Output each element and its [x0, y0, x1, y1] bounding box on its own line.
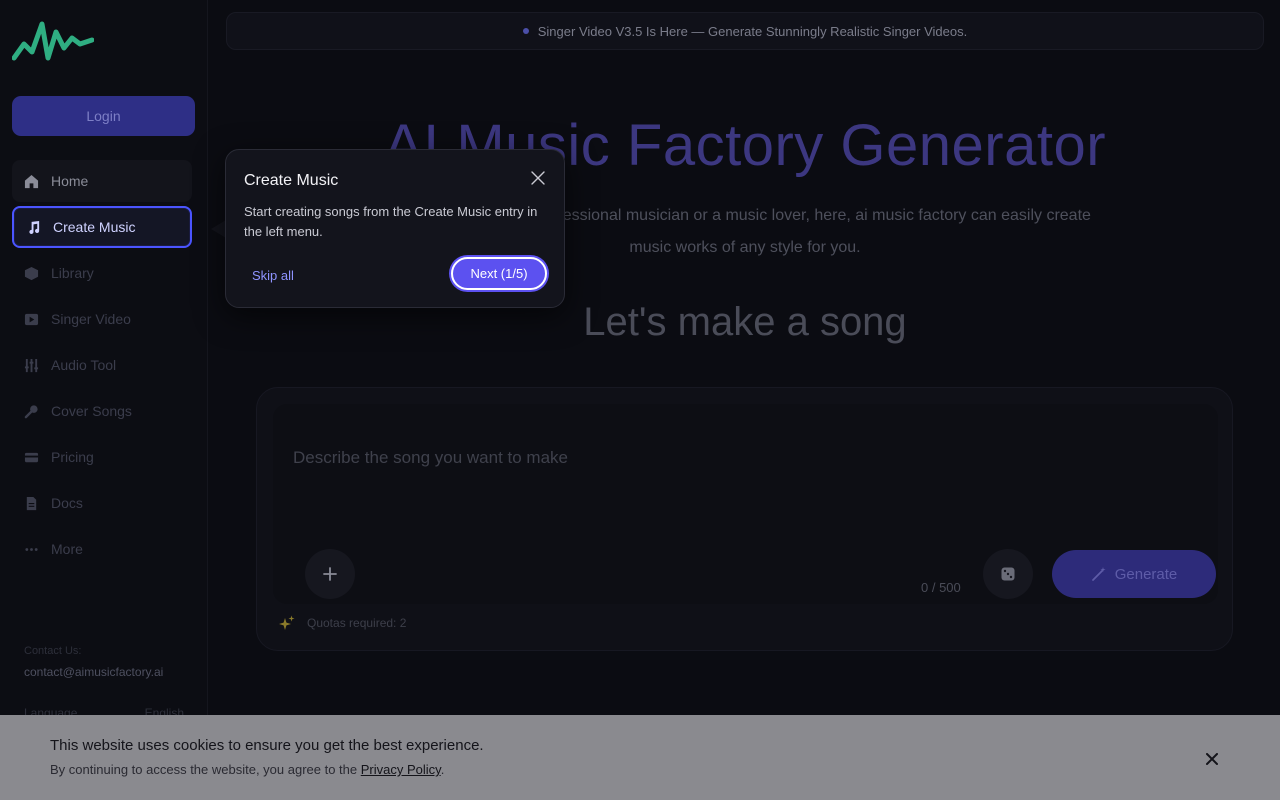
banner-dot-icon — [522, 28, 529, 34]
quota-text: Quotas required: 2 — [307, 616, 407, 630]
tour-skip-all-button[interactable]: Skip all — [244, 264, 302, 286]
cookie-text: By continuing to access the website, you… — [50, 762, 444, 777]
logo-icon[interactable] — [12, 18, 94, 66]
sidebar-nav: Home Create Music Library Singer Video A… — [12, 160, 192, 574]
cookie-banner: This website uses cookies to ensure you … — [0, 715, 1280, 800]
close-icon — [531, 171, 545, 185]
privacy-policy-link[interactable]: Privacy Policy — [361, 762, 441, 777]
tour-pointer-arrow — [211, 220, 226, 238]
sidebar-item-label: More — [51, 541, 83, 557]
sidebar-item-label: Home — [51, 173, 89, 189]
composer-input-area: 0 / 500 Generate — [273, 404, 1218, 604]
magic-wand-icon — [1091, 566, 1107, 582]
sidebar-item-home[interactable]: Home — [12, 160, 192, 202]
sidebar-item-singer-video[interactable]: Singer Video — [12, 298, 192, 340]
tour-next-button[interactable]: Next (1/5) — [451, 257, 547, 290]
sidebar-item-more[interactable]: More — [12, 528, 192, 570]
sidebar-item-create-music[interactable]: Create Music — [12, 206, 192, 248]
random-prompt-button[interactable] — [983, 549, 1033, 599]
sidebar-item-label: Cover Songs — [51, 403, 132, 419]
dice-icon — [1001, 567, 1015, 581]
music-note-icon — [26, 220, 41, 235]
cookie-text-suffix: . — [440, 762, 445, 777]
box-icon — [24, 266, 39, 281]
add-attachment-button[interactable] — [305, 549, 355, 599]
sidebar-item-docs[interactable]: Docs — [12, 482, 192, 524]
song-composer: 0 / 500 Generate Quotas required: 2 — [256, 387, 1233, 651]
contact-label: Contact Us: — [24, 645, 82, 657]
sidebar-item-label: Create Music — [53, 219, 136, 235]
microphone-icon — [24, 404, 39, 419]
character-counter: 0 / 500 — [921, 580, 961, 595]
document-icon — [24, 496, 39, 511]
onboarding-tour-popover: Create Music Start creating songs from t… — [225, 149, 565, 308]
song-description-input[interactable] — [293, 438, 1153, 478]
sidebar-item-audio-tool[interactable]: Audio Tool — [12, 344, 192, 386]
sidebar-item-label: Pricing — [51, 449, 94, 465]
sidebar-item-pricing[interactable]: Pricing — [12, 436, 192, 478]
sidebar: Login Home Create Music Library Singer V… — [0, 0, 208, 800]
contact-email-link[interactable]: contact@aimusicfactory.ai — [24, 665, 163, 679]
more-dots-icon — [24, 542, 39, 557]
generate-button[interactable]: Generate — [1052, 550, 1216, 598]
sidebar-item-label: Singer Video — [51, 311, 131, 327]
quota-info: Quotas required: 2 — [279, 615, 406, 631]
sidebar-item-label: Docs — [51, 495, 83, 511]
tour-close-button[interactable] — [528, 168, 548, 188]
sidebar-item-library[interactable]: Library — [12, 252, 192, 294]
announcement-banner[interactable]: Singer Video V3.5 Is Here — Generate Stu… — [226, 12, 1264, 50]
plus-icon — [323, 567, 337, 581]
cookie-close-button[interactable] — [1202, 749, 1222, 769]
sparkle-icon — [279, 615, 295, 631]
sidebar-item-cover-songs[interactable]: Cover Songs — [12, 390, 192, 432]
sliders-icon — [24, 358, 39, 373]
cookie-title: This website uses cookies to ensure you … — [50, 737, 484, 754]
cookie-text-prefix: By continuing to access the website, you… — [50, 762, 361, 777]
tour-title: Create Music — [244, 172, 339, 189]
video-play-icon — [24, 312, 39, 327]
home-icon — [24, 174, 39, 189]
tour-description: Start creating songs from the Create Mus… — [244, 204, 538, 239]
close-icon — [1206, 753, 1218, 765]
login-button[interactable]: Login — [12, 96, 195, 136]
sidebar-item-label: Audio Tool — [51, 357, 117, 373]
credit-card-icon — [24, 450, 39, 465]
banner-text: Singer Video V3.5 Is Here — Generate Stu… — [537, 23, 968, 39]
generate-label: Generate — [1114, 565, 1178, 583]
sidebar-item-label: Library — [51, 265, 94, 281]
